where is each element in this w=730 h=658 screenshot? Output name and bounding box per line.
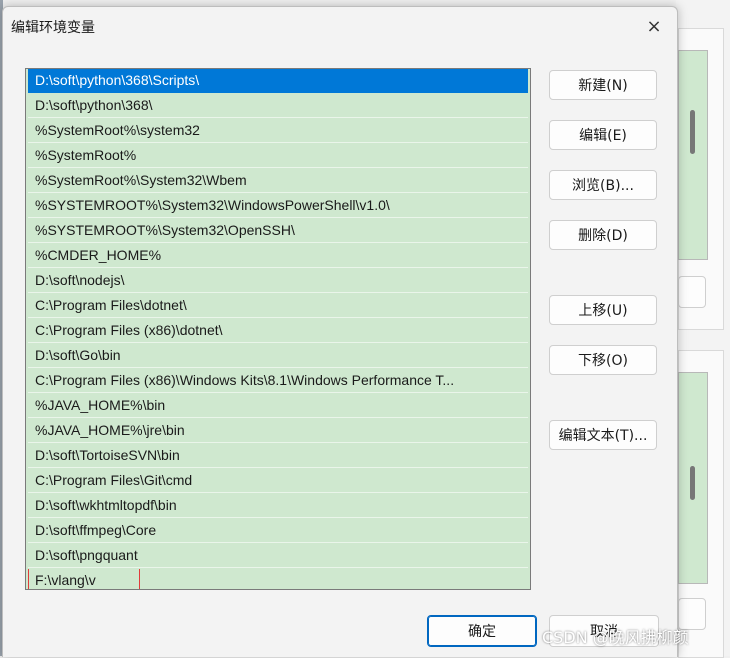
path-list-item-text: D:\soft\wkhtmltopdf\bin bbox=[35, 497, 177, 513]
background-scrollbar-top bbox=[690, 110, 695, 154]
path-list-item[interactable]: %SystemRoot% bbox=[28, 144, 528, 168]
path-list-item[interactable]: %SYSTEMROOT%\System32\OpenSSH\ bbox=[28, 219, 528, 243]
path-list-item-text: D:\soft\python\368\Scripts\ bbox=[35, 72, 200, 88]
path-list-item-text: D:\soft\nodejs\ bbox=[35, 272, 125, 288]
watermark: CSDN @晚风拂柳颜 bbox=[542, 628, 689, 647]
path-list-item[interactable]: D:\soft\python\368\ bbox=[28, 94, 528, 118]
path-list-item-text: C:\Program Files (x86)\dotnet\ bbox=[35, 322, 223, 338]
background-list-top bbox=[678, 50, 708, 260]
edit-env-variable-dialog: 编辑环境变量 × D:\soft\python\368\Scripts\ D:\s… bbox=[2, 6, 678, 657]
move-up-button[interactable]: 上移(U) bbox=[549, 295, 657, 325]
path-list-item[interactable]: %SystemRoot%\System32\Wbem bbox=[28, 169, 528, 193]
path-list-item[interactable]: D:\soft\ffmpeg\Core bbox=[28, 519, 528, 543]
dialog-title: 编辑环境变量 bbox=[11, 20, 95, 36]
title-bar[interactable]: 编辑环境变量 × bbox=[3, 7, 677, 45]
path-list-item-text: %JAVA_HOME%\jre\bin bbox=[35, 422, 185, 438]
path-list-item[interactable]: D:\soft\Go\bin bbox=[28, 344, 528, 368]
path-list-item-text: %SystemRoot%\System32\Wbem bbox=[35, 172, 247, 188]
path-list-item[interactable]: %JAVA_HOME%\jre\bin bbox=[28, 419, 528, 443]
close-button[interactable]: × bbox=[639, 13, 669, 39]
path-list-item[interactable]: D:\soft\python\368\Scripts\ bbox=[28, 69, 528, 93]
path-list-item-text: %SystemRoot% bbox=[35, 147, 137, 163]
path-list-item[interactable]: %CMDER_HOME% bbox=[28, 244, 528, 268]
path-list-item[interactable]: C:\Program Files (x86)\dotnet\ bbox=[28, 319, 528, 343]
path-list-item[interactable]: C:\Program Files (x86)\Windows Kits\8.1\… bbox=[28, 369, 528, 393]
delete-button[interactable]: 删除(D) bbox=[549, 220, 657, 250]
path-list-item[interactable]: D:\soft\nodejs\ bbox=[28, 269, 528, 293]
path-list-item-text: %SYSTEMROOT%\System32\OpenSSH\ bbox=[35, 222, 295, 238]
path-list-item[interactable]: D:\soft\wkhtmltopdf\bin bbox=[28, 494, 528, 518]
path-list-item-text: %SYSTEMROOT%\System32\WindowsPowerShell\… bbox=[35, 197, 390, 213]
background-button-top bbox=[678, 276, 706, 308]
path-list-item-text: C:\Program Files (x86)\Windows Kits\8.1\… bbox=[35, 372, 455, 388]
move-down-button[interactable]: 下移(O) bbox=[549, 345, 657, 375]
path-list-item[interactable]: %SYSTEMROOT%\System32\WindowsPowerShell\… bbox=[28, 194, 528, 218]
ok-button[interactable]: 确定 bbox=[427, 615, 537, 647]
background-scrollbar-bottom bbox=[690, 466, 695, 500]
edit-button[interactable]: 编辑(E) bbox=[549, 120, 657, 150]
path-list-item[interactable]: %SystemRoot%\system32 bbox=[28, 119, 528, 143]
path-list-item-text: D:\soft\Go\bin bbox=[35, 347, 121, 363]
path-list-item[interactable]: F:\vlang\v bbox=[28, 569, 528, 589]
close-icon: × bbox=[646, 15, 662, 37]
path-list-item-text: C:\Program Files\Git\cmd bbox=[35, 472, 193, 488]
path-list-item-text: D:\soft\ffmpeg\Core bbox=[35, 522, 157, 538]
path-list-item-text: %SystemRoot%\system32 bbox=[35, 122, 200, 138]
path-list-item-text: D:\soft\pngquant bbox=[35, 547, 138, 563]
path-list-item[interactable]: C:\Program Files\Git\cmd bbox=[28, 469, 528, 493]
new-button[interactable]: 新建(N) bbox=[549, 70, 657, 100]
background-window bbox=[676, 0, 730, 658]
edit-text-button[interactable]: 编辑文本(T)... bbox=[549, 420, 657, 450]
path-list-item[interactable]: %JAVA_HOME%\bin bbox=[28, 394, 528, 418]
browse-button[interactable]: 浏览(B)... bbox=[549, 170, 657, 200]
path-list-item-text: %JAVA_HOME%\bin bbox=[35, 397, 166, 413]
path-list-item-text: %CMDER_HOME% bbox=[35, 247, 162, 263]
path-list-item[interactable]: D:\soft\TortoiseSVN\bin bbox=[28, 444, 528, 468]
path-list-item[interactable]: C:\Program Files\dotnet\ bbox=[28, 294, 528, 318]
path-list-item[interactable]: D:\soft\pngquant bbox=[28, 544, 528, 568]
path-list-item-text: C:\Program Files\dotnet\ bbox=[35, 297, 187, 313]
path-list[interactable]: D:\soft\python\368\Scripts\ D:\soft\pytho… bbox=[25, 68, 531, 590]
path-list-item-text: F:\vlang\v bbox=[35, 572, 96, 588]
path-list-item-text: D:\soft\TortoiseSVN\bin bbox=[35, 447, 180, 463]
path-list-item-text: D:\soft\python\368\ bbox=[35, 97, 153, 113]
